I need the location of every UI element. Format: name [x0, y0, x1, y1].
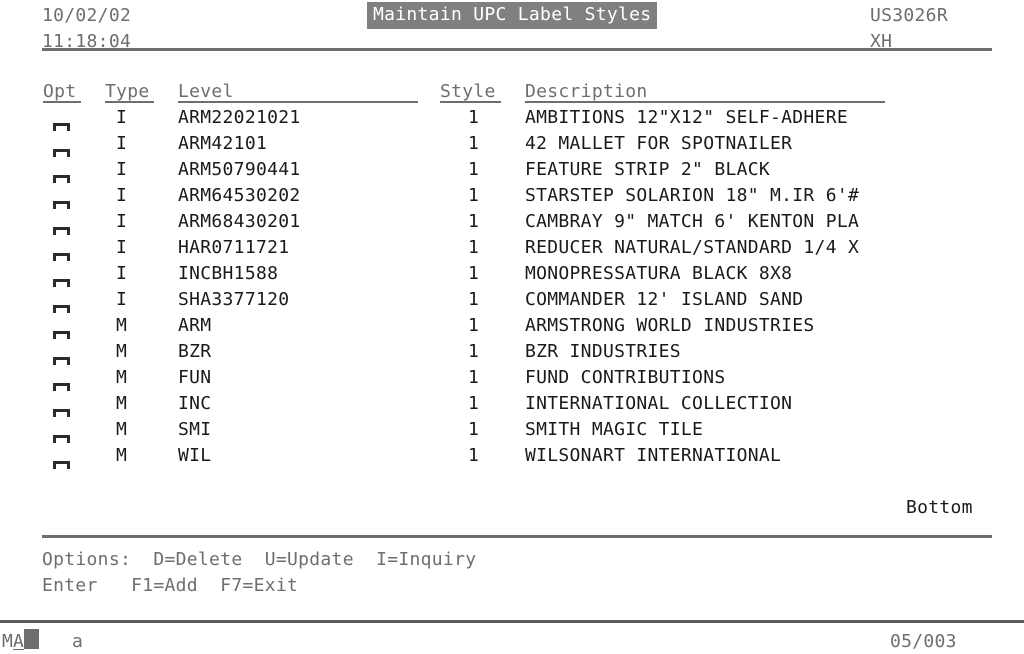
row-level: SHA3377120 [178, 289, 290, 310]
row-type: I [116, 133, 128, 154]
row-description: INTERNATIONAL COLLECTION [525, 393, 793, 414]
row-description: REDUCER NATURAL/STANDARD 1/4 X [525, 237, 860, 258]
option-input-field[interactable] [53, 435, 70, 444]
header-date: 10/02/02 [42, 5, 132, 26]
footer-divider [42, 535, 992, 538]
terminal-screen: 10/02/02 Maintain UPC Label Styles US302… [0, 0, 1024, 654]
option-input-field[interactable] [53, 383, 70, 392]
row-level: ARM42101 [178, 133, 268, 154]
row-style: 1 [468, 341, 480, 362]
row-level: INCBH1588 [178, 263, 279, 284]
row-description: STARSTEP SOLARION 18" M.IR 6'# [525, 185, 860, 206]
row-description: CAMBRAY 9" MATCH 6' KENTON PLA [525, 211, 860, 232]
row-style: 1 [468, 393, 480, 414]
row-style: 1 [468, 107, 480, 128]
row-level: ARM50790441 [178, 159, 301, 180]
column-header-opt: Opt [43, 81, 77, 102]
row-type: M [116, 393, 128, 414]
row-description: ARMSTRONG WORLD INDUSTRIES [525, 315, 815, 336]
row-style: 1 [468, 263, 480, 284]
row-level: ARM22021021 [178, 107, 301, 128]
column-header-level-underline [178, 101, 418, 103]
option-input-field[interactable] [53, 175, 70, 184]
row-level: HAR0711721 [178, 237, 290, 258]
scroll-indicator: Bottom [906, 497, 973, 518]
row-style: 1 [468, 185, 480, 206]
column-header-type-underline [105, 101, 154, 103]
row-type: M [116, 341, 128, 362]
row-description: MONOPRESSATURA BLACK 8X8 [525, 263, 793, 284]
row-description: FUND CONTRIBUTIONS [525, 367, 726, 388]
statusbar-mode-a: A [13, 631, 25, 652]
row-level: BZR [178, 341, 212, 362]
row-type: I [116, 107, 128, 128]
statusbar-input-indicator: a [72, 631, 84, 652]
option-input-field[interactable] [53, 253, 70, 262]
row-description: FEATURE STRIP 2" BLACK [525, 159, 771, 180]
row-type: M [116, 445, 128, 466]
row-type: I [116, 289, 128, 310]
column-header-style: Style [440, 81, 496, 102]
row-level: ARM68430201 [178, 211, 301, 232]
option-input-field[interactable] [53, 357, 70, 366]
row-description: BZR INDUSTRIES [525, 341, 681, 362]
column-header-opt-underline [43, 101, 81, 103]
row-type: I [116, 159, 128, 180]
row-type: I [116, 185, 128, 206]
row-level: WIL [178, 445, 212, 466]
program-id: US3026R [870, 5, 948, 26]
statusbar-divider [0, 620, 1024, 623]
row-style: 1 [468, 159, 480, 180]
row-level: FUN [178, 367, 212, 388]
option-input-field[interactable] [53, 331, 70, 340]
row-level: ARM64530202 [178, 185, 301, 206]
option-input-field[interactable] [53, 305, 70, 314]
row-level: ARM [178, 315, 212, 336]
row-description: 42 MALLET FOR SPOTNAILER [525, 133, 793, 154]
option-input-field[interactable] [53, 227, 70, 236]
column-header-type: Type [105, 81, 150, 102]
row-type: M [116, 419, 128, 440]
option-input-field[interactable] [53, 201, 70, 210]
column-header-description-underline [525, 101, 885, 103]
row-type: I [116, 211, 128, 232]
row-level: INC [178, 393, 212, 414]
row-style: 1 [468, 315, 480, 336]
row-style: 1 [468, 419, 480, 440]
option-input-field[interactable] [53, 279, 70, 288]
header-divider [42, 48, 992, 51]
column-header-style-underline [440, 101, 501, 103]
option-input-field[interactable] [53, 149, 70, 158]
row-level: SMI [178, 419, 212, 440]
row-style: 1 [468, 445, 480, 466]
footer-options-line: Options: D=Delete U=Update I=Inquiry [42, 549, 477, 570]
option-input-field[interactable] [53, 461, 70, 470]
row-style: 1 [468, 133, 480, 154]
row-style: 1 [468, 211, 480, 232]
screen-title: Maintain UPC Label Styles [367, 2, 658, 29]
row-type: M [116, 367, 128, 388]
row-description: WILSONART INTERNATIONAL [525, 445, 782, 466]
column-header-level: Level [178, 81, 234, 102]
statusbar-position: 05/003 [890, 631, 957, 652]
statusbar-mode-m: M [2, 631, 14, 652]
row-description: AMBITIONS 12"X12" SELF-ADHERE [525, 107, 848, 128]
option-input-field[interactable] [53, 123, 70, 132]
statusbar-cursor-block [24, 629, 39, 649]
row-style: 1 [468, 237, 480, 258]
row-description: SMITH MAGIC TILE [525, 419, 704, 440]
row-type: M [116, 315, 128, 336]
row-description: COMMANDER 12' ISLAND SAND [525, 289, 804, 310]
row-type: I [116, 237, 128, 258]
row-style: 1 [468, 367, 480, 388]
column-header-description: Description [525, 81, 648, 102]
row-type: I [116, 263, 128, 284]
footer-function-keys-line: Enter F1=Add F7=Exit [42, 575, 299, 596]
option-input-field[interactable] [53, 409, 70, 418]
row-style: 1 [468, 289, 480, 310]
